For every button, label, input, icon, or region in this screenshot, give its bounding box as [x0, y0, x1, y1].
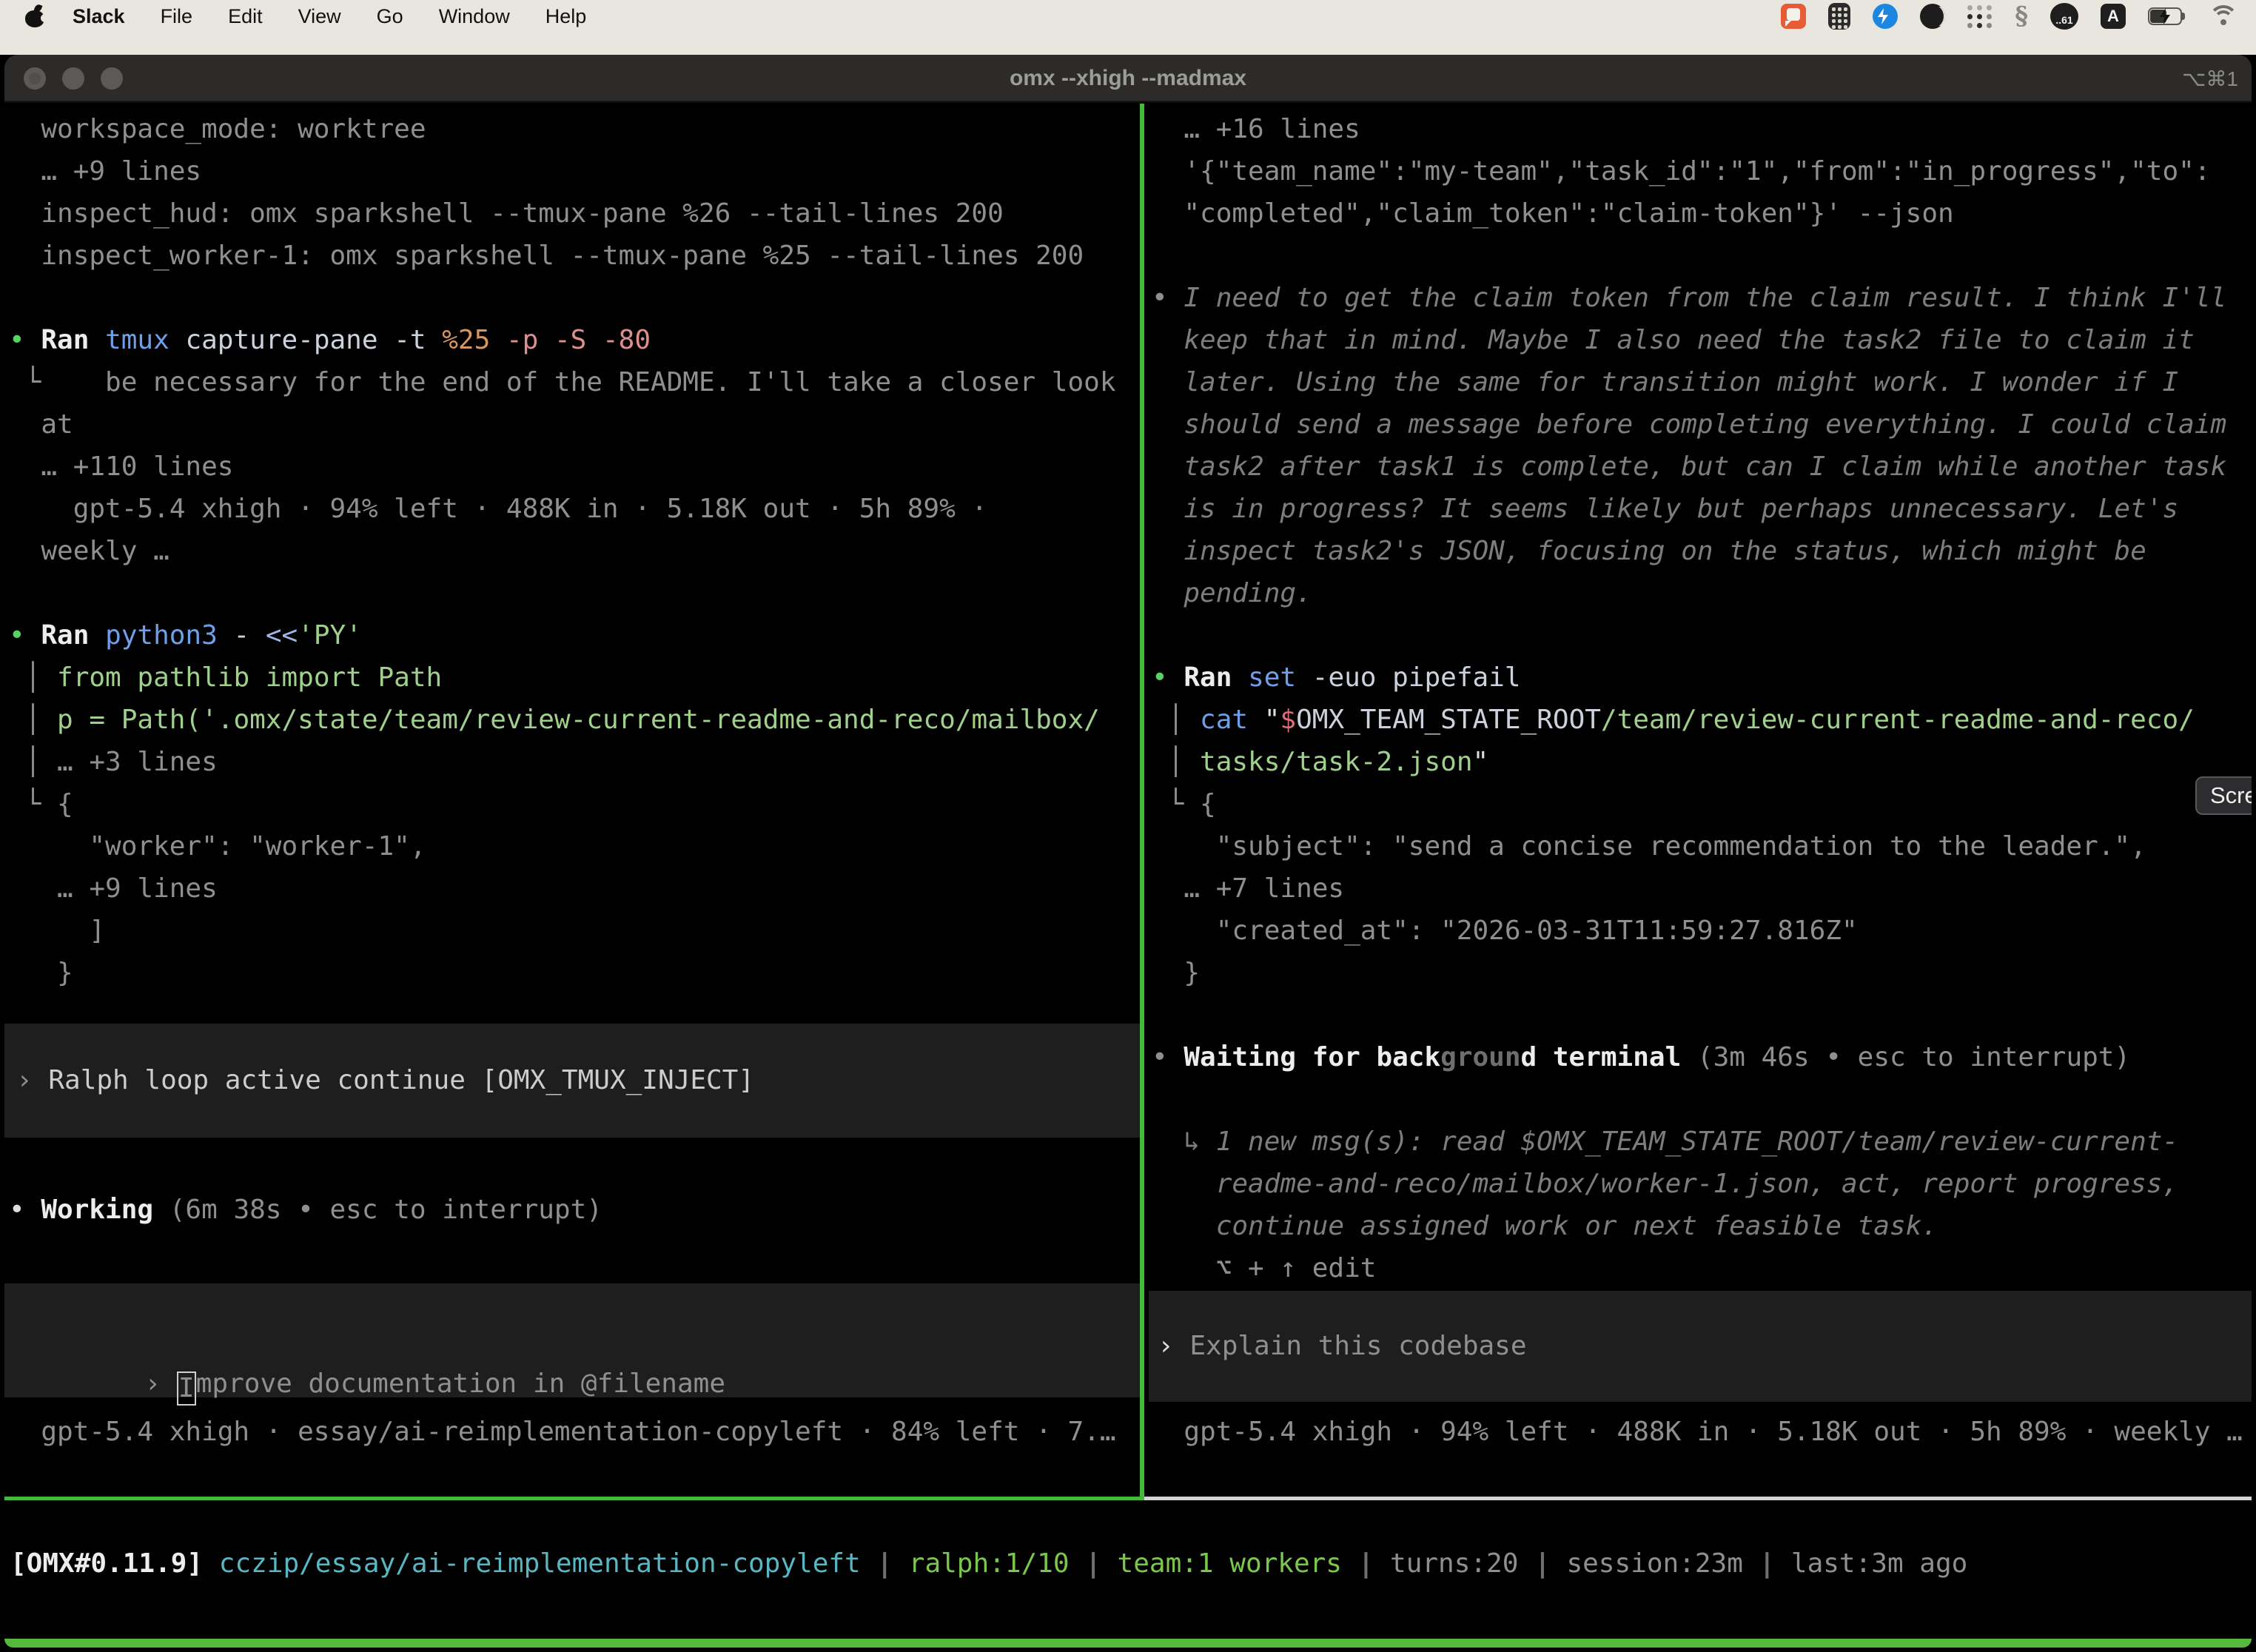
network-badge-icon[interactable]: ..61 [2050, 3, 2078, 30]
model-status-left: gpt-5.4 xhigh · essay/ai-reimplementatio… [9, 1411, 1116, 1453]
menu-item-help[interactable]: Help [528, 0, 605, 33]
prompt-placeholder-left: mprove documentation in @filename [196, 1369, 725, 1399]
tmux-status-bar: [omx-cczip0:bash* "MacBook-Pro-44.local"… [4, 1639, 2252, 1648]
inactive-pane-border [1144, 1497, 2252, 1500]
prompt-chevron: › [144, 1369, 176, 1399]
text-cursor: I [177, 1371, 196, 1406]
prompt-placeholder-right: › Explain this codebase [1158, 1325, 2252, 1367]
screenshot-overlay-button[interactable]: Scre [2195, 776, 2252, 815]
messenger-icon[interactable] [1873, 4, 1898, 29]
input-source-icon[interactable]: A [2101, 4, 2126, 29]
menu-item-edit[interactable]: Edit [210, 0, 281, 33]
menu-item-file[interactable]: File [143, 0, 211, 33]
active-pane-border [4, 1497, 1144, 1500]
prompt-input-left[interactable]: › Improve documentation in @filename [4, 1283, 1140, 1397]
omx-session-status: [OMX#0.11.9] cczip/essay/ai-reimplementa… [10, 1542, 1967, 1585]
screen-record-icon[interactable] [1781, 4, 1806, 29]
window-title-bar[interactable]: omx --xhigh --madmax ⌥⌘1 [4, 55, 2252, 102]
tmux-session-name[interactable]: [omx-cczip0:bash* [4, 1639, 284, 1648]
terminal-content: workspace_mode: worktree … +9 lines insp… [4, 104, 2252, 1648]
keypad-icon[interactable] [1828, 3, 1850, 30]
pane-divider[interactable] [1140, 104, 1144, 1497]
window-shortcut-hint: ⌥⌘1 [2182, 55, 2238, 102]
tmux-host-clock: "MacBook-Pro-44.local" 05:03 31-Mar-26 [1636, 1639, 2252, 1648]
battery-icon[interactable] [2148, 7, 2186, 25]
menu-item-window[interactable]: Window [421, 0, 528, 33]
wifi-icon[interactable] [2209, 5, 2238, 27]
menu-bar: Slack File Edit View Go Window Help § ..… [0, 0, 2256, 33]
terminal-output-left: workspace_mode: worktree … +9 lines insp… [9, 108, 1116, 994]
window-title: omx --xhigh --madmax [4, 55, 2252, 102]
screenshot-overlay-label: Scre [2210, 782, 2252, 809]
menu-item-view[interactable]: View [281, 0, 359, 33]
moon-icon[interactable] [1920, 4, 1945, 29]
ralph-loop-text: › Ralph loop active continue [OMX_TMUX_I… [16, 1059, 1152, 1101]
desktop-background-strip [0, 33, 2256, 55]
grid-dots-icon[interactable] [1967, 5, 1993, 28]
menu-item-go[interactable]: Go [359, 0, 421, 33]
shortcuts-icon[interactable]: § [2015, 1, 2028, 31]
model-status-right: gpt-5.4 xhigh · 94% left · 488K in · 5.1… [1152, 1411, 2243, 1453]
terminal-window: omx --xhigh --madmax ⌥⌘1 workspace_mode:… [4, 55, 2252, 1648]
ralph-loop-banner: › Ralph loop active continue [OMX_TMUX_I… [4, 1024, 1140, 1138]
apple-menu-icon[interactable] [25, 5, 44, 27]
menu-item-app[interactable]: Slack [55, 0, 143, 33]
prompt-input-right[interactable]: › Explain this codebase [1149, 1291, 2252, 1402]
working-status-left: • Working (6m 38s • esc to interrupt) [9, 1189, 602, 1231]
terminal-output-right: … +16 lines '{"team_name":"my-team","tas… [1152, 108, 2226, 1289]
